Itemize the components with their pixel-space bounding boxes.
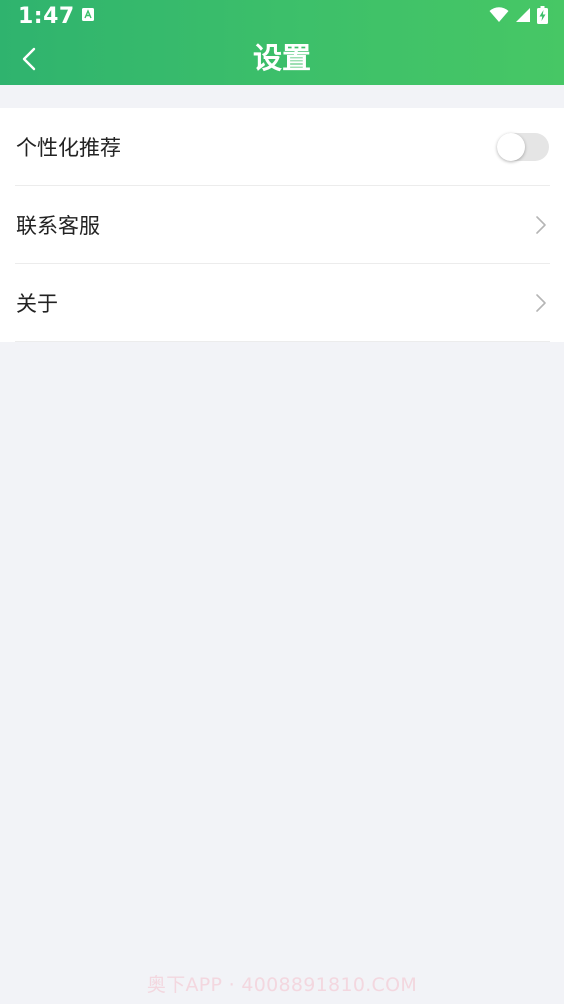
status-icons [489,6,548,24]
settings-item-label: 关于 [16,291,58,316]
notification-a-icon [82,8,94,21]
chevron-right-icon [536,215,546,234]
personalized-recommendation-toggle[interactable] [497,132,549,161]
settings-item-label: 联系客服 [16,213,100,238]
battery-charging-icon [537,6,548,24]
page-title: 设置 [252,41,311,75]
wifi-icon [489,7,509,22]
signal-icon [516,8,530,22]
settings-list: 个性化推荐 联系客服 关于 [0,108,564,342]
status-time: 1:47 [18,4,75,29]
chevron-right-icon [536,293,546,312]
app-header: 1:47 设置 [0,0,564,85]
settings-item-label: 个性化推荐 [16,135,121,160]
status-bar: 1:47 [0,0,564,32]
watermark: 奥下APP · 4008891810.COM [146,974,418,996]
settings-item-contact-support[interactable]: 联系客服 [15,186,550,264]
settings-item-personalized-recommendation[interactable]: 个性化推荐 [15,108,550,186]
toggle-knob [497,132,525,161]
settings-item-about[interactable]: 关于 [15,264,550,342]
